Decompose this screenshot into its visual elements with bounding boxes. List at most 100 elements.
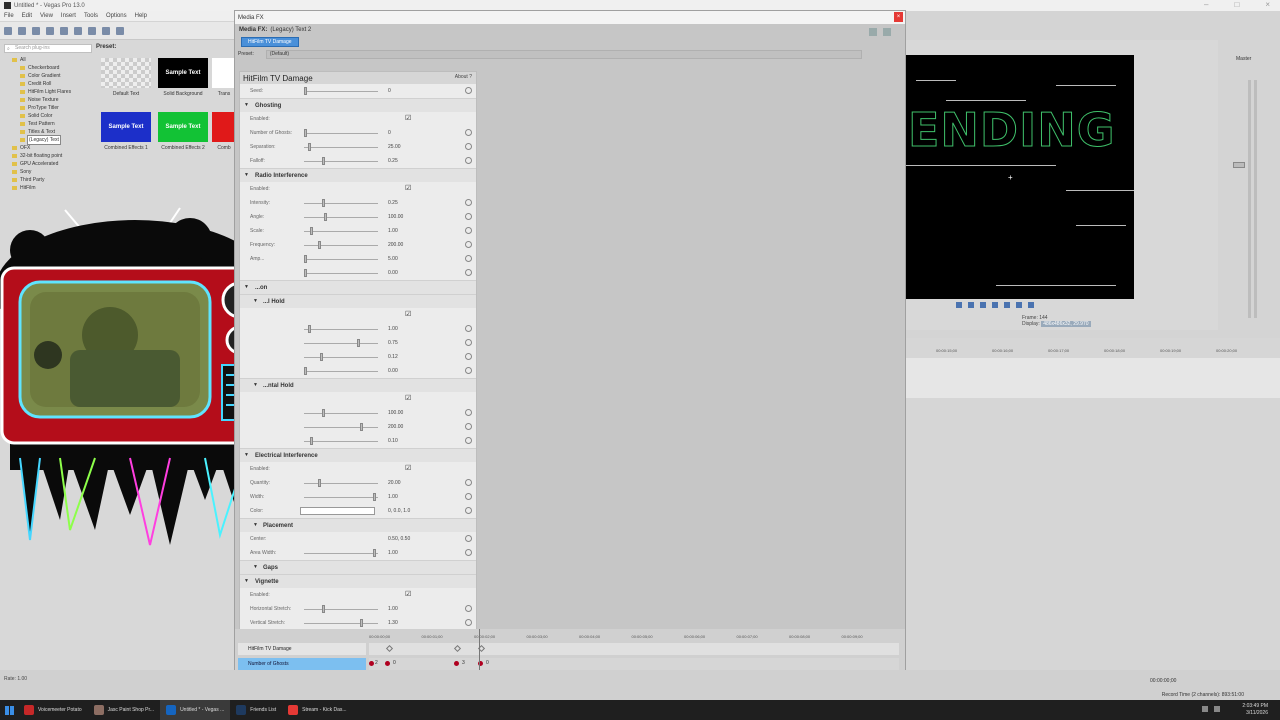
param-value[interactable]: 1.00 (388, 550, 398, 556)
play-icon[interactable] (980, 302, 986, 308)
param-slider[interactable] (304, 409, 378, 417)
playhead-cursor[interactable] (479, 629, 480, 673)
keyframe-dot[interactable] (454, 661, 459, 666)
open-icon[interactable] (18, 26, 26, 35)
expand-arrow-icon[interactable]: ▼ (253, 382, 258, 388)
tree-item[interactable]: Third Party (12, 176, 96, 184)
slider-knob[interactable] (357, 339, 360, 347)
param-value[interactable]: 25.00 (388, 144, 401, 150)
tree-item[interactable]: HitFilm Light Flares (12, 88, 96, 96)
section-header[interactable]: ▼ Gaps (240, 560, 476, 574)
slider-knob[interactable] (322, 605, 325, 613)
animate-icon[interactable] (465, 157, 472, 164)
new-icon[interactable] (4, 26, 12, 35)
taskbar-clock[interactable]: 2:03:49 PM 3/11/2026 (1242, 703, 1268, 717)
loop-icon[interactable] (956, 302, 962, 308)
menu-tools[interactable]: Tools (84, 13, 98, 19)
param-slider[interactable] (304, 437, 378, 445)
tree-item[interactable]: HitFilm (12, 184, 96, 192)
param-value[interactable]: 100.00 (388, 410, 403, 416)
taskbar-vegas[interactable]: Untitled * - Vegas ... (160, 700, 231, 720)
param-slider[interactable] (304, 423, 378, 431)
track-area[interactable] (906, 358, 1280, 398)
param-slider[interactable] (304, 227, 378, 235)
animate-icon[interactable] (465, 339, 472, 346)
param-value[interactable]: 200.00 (388, 242, 403, 248)
param-value[interactable]: 0.10 (388, 438, 398, 444)
keyframe-dot[interactable] (385, 661, 390, 666)
slider-knob[interactable] (304, 367, 307, 375)
tree-item[interactable]: Titles & Text (12, 128, 96, 136)
tree-item[interactable]: OFX (12, 144, 96, 152)
pause-icon[interactable] (992, 302, 998, 308)
tree-item[interactable]: Sony (12, 168, 96, 176)
play-from-start-icon[interactable] (968, 302, 974, 308)
section-header[interactable]: ▼ ...on (240, 280, 476, 294)
enabled-checkbox[interactable]: ☑ (405, 184, 411, 192)
slider-knob[interactable] (360, 619, 363, 627)
param-slider[interactable] (304, 619, 378, 627)
tree-item[interactable]: Checkerboard (12, 64, 96, 72)
taskbar-friends[interactable]: Friends List (230, 700, 282, 720)
slider-knob[interactable] (322, 409, 325, 417)
enabled-checkbox[interactable]: ☑ (405, 310, 411, 318)
media-fx-close-button[interactable]: × (894, 12, 903, 22)
slider-knob[interactable] (308, 143, 311, 151)
param-value[interactable]: 1.00 (388, 228, 398, 234)
tree-item[interactable]: Solid Color (12, 112, 96, 120)
param-value[interactable]: 0.00 (388, 270, 398, 276)
param-slider[interactable] (304, 255, 378, 263)
taskbar-paint-shop[interactable]: Jasc Paint Shop Pr... (88, 700, 160, 720)
slider-knob[interactable] (320, 353, 323, 361)
fx-preset-dropdown[interactable]: (Default) (265, 49, 862, 59)
expand-arrow-icon[interactable]: ▼ (253, 522, 258, 528)
section-header[interactable]: ▼ ...l Hold (240, 294, 476, 308)
slider-knob[interactable] (360, 423, 363, 431)
cut-icon[interactable] (60, 26, 68, 35)
animate-icon[interactable] (465, 619, 472, 626)
slider-knob[interactable] (318, 241, 321, 249)
animate-icon[interactable] (465, 227, 472, 234)
param-value[interactable]: 5.00 (388, 256, 398, 262)
maximize-icon[interactable]: □ (1234, 0, 1239, 9)
param-value[interactable]: 0.00 (388, 368, 398, 374)
section-header[interactable]: ▼ Vignette (240, 574, 476, 588)
network-icon[interactable] (1202, 706, 1208, 712)
param-value[interactable]: 1.30 (388, 620, 398, 626)
tree-item[interactable]: ProType Titler (12, 104, 96, 112)
animate-icon[interactable] (465, 353, 472, 360)
tree-item[interactable]: Test Pattern (12, 120, 96, 128)
param-value[interactable]: 200.00 (388, 424, 403, 430)
param-slider[interactable] (304, 199, 378, 207)
tree-item[interactable]: Color Gradient (12, 72, 96, 80)
tree-item-all[interactable]: All (12, 56, 96, 64)
animate-icon[interactable] (465, 507, 472, 514)
tree-item[interactable]: Credit Roll (12, 80, 96, 88)
animate-icon[interactable] (465, 549, 472, 556)
param-value[interactable]: 0 (388, 88, 391, 94)
menu-file[interactable]: File (4, 13, 14, 19)
tree-item[interactable]: Noise Texture (12, 96, 96, 104)
section-header[interactable]: ▼ ...ntal Hold (240, 378, 476, 392)
param-value[interactable]: 1.00 (388, 494, 398, 500)
section-header[interactable]: ▼ Radio Interference (240, 168, 476, 182)
animate-icon[interactable] (465, 605, 472, 612)
animate-icon[interactable] (465, 269, 472, 276)
param-value[interactable]: 0 (388, 130, 391, 136)
enabled-checkbox[interactable]: ☑ (405, 114, 411, 122)
animate-icon[interactable] (465, 493, 472, 500)
param-slider[interactable] (304, 549, 378, 557)
slider-knob[interactable] (304, 129, 307, 137)
animate-icon[interactable] (465, 325, 472, 332)
slider-knob[interactable] (310, 227, 313, 235)
slider-knob[interactable] (373, 549, 376, 557)
param-value[interactable]: 0.25 (388, 200, 398, 206)
menu-help[interactable]: Help (135, 13, 147, 19)
undo-icon[interactable] (102, 26, 110, 35)
param-slider[interactable] (304, 479, 378, 487)
animate-icon[interactable] (465, 479, 472, 486)
preset-combined-1[interactable]: Sample Text Combined Effects 1 (98, 112, 154, 151)
param-value[interactable]: 0, 0.0, 1.0 (388, 508, 410, 514)
param-value[interactable]: 0.25 (388, 158, 398, 164)
slider-knob[interactable] (322, 199, 325, 207)
